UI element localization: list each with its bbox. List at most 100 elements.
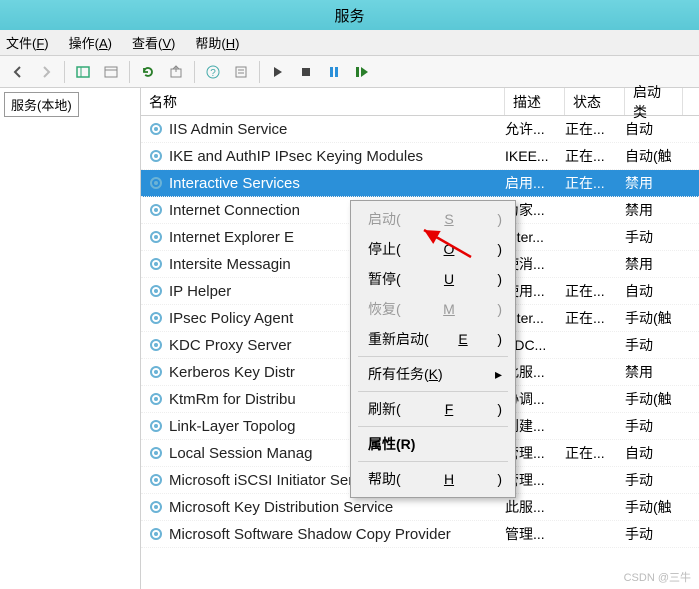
tree-pane: 服务(本地)	[0, 88, 100, 121]
service-icon	[147, 282, 165, 300]
cell-startup: 手动	[625, 470, 683, 490]
cell-startup: 禁用	[625, 200, 683, 220]
cell-startup: 手动	[625, 227, 683, 247]
service-icon	[147, 255, 165, 273]
back-button[interactable]	[5, 60, 31, 84]
cell-startup: 禁用	[625, 254, 683, 274]
table-row[interactable]: Microsoft Key Distribution Service此服... 手…	[141, 494, 699, 521]
service-icon	[147, 201, 165, 219]
table-row[interactable]: Interactive Services启用...正在...禁用	[141, 170, 699, 197]
stop-button[interactable]	[293, 60, 319, 84]
cell-status: 正在...	[565, 443, 625, 463]
cell-startup: 手动(触	[625, 389, 683, 409]
ctx-pause[interactable]: 暂停(U)	[354, 264, 512, 294]
separator	[194, 61, 195, 83]
ctx-restart[interactable]: 重新启动(E)	[354, 324, 512, 354]
ctx-separator	[358, 461, 508, 462]
cell-status: 正在...	[565, 281, 625, 301]
tree-root[interactable]: 服务(本地)	[4, 92, 79, 117]
ctx-stop[interactable]: 停止(O)	[354, 234, 512, 264]
col-startup[interactable]: 启动类	[625, 88, 683, 115]
cell-startup: 手动	[625, 524, 683, 544]
cell-name: IKE and AuthIP IPsec Keying Modules	[169, 148, 505, 165]
refresh-button[interactable]	[135, 60, 161, 84]
cell-startup: 自动	[625, 281, 683, 301]
service-icon	[147, 147, 165, 165]
cell-name: IIS Admin Service	[169, 121, 505, 138]
service-icon	[147, 174, 165, 192]
separator	[259, 61, 260, 83]
menubar: 文件(F) 操作(A) 查看(V) 帮助(H)	[0, 30, 699, 56]
show-hide-button[interactable]	[70, 60, 96, 84]
window-title: 服务	[334, 5, 364, 26]
cell-status: 正在...	[565, 173, 625, 193]
service-icon	[147, 525, 165, 543]
menu-action[interactable]: 操作(A)	[65, 31, 116, 54]
forward-button[interactable]	[33, 60, 59, 84]
service-icon	[147, 363, 165, 381]
cell-startup: 自动(触	[625, 146, 683, 166]
window-titlebar: 服务	[0, 0, 699, 30]
col-desc[interactable]: 描述	[505, 88, 565, 115]
service-icon	[147, 444, 165, 462]
cell-startup: 禁用	[625, 362, 683, 382]
cell-status: 正在...	[565, 119, 625, 139]
cell-name: Interactive Services	[169, 175, 505, 192]
ctx-refresh[interactable]: 刷新(F)	[354, 394, 512, 424]
cell-startup: 手动	[625, 416, 683, 436]
menu-file[interactable]: 文件(F)	[2, 31, 53, 54]
submenu-arrow-icon: ▸	[495, 366, 502, 383]
start-button[interactable]	[265, 60, 291, 84]
menu-view[interactable]: 查看(V)	[128, 31, 179, 54]
cell-startup: 自动	[625, 443, 683, 463]
ctx-separator	[358, 426, 508, 427]
props-button[interactable]	[228, 60, 254, 84]
cell-desc: 允许...	[505, 119, 565, 139]
column-headers: 名称 描述 状态 启动类	[141, 88, 699, 116]
service-icon	[147, 228, 165, 246]
export-button[interactable]	[163, 60, 189, 84]
ctx-separator	[358, 356, 508, 357]
ctx-alltasks[interactable]: 所有任务(K)▸	[354, 359, 512, 389]
cell-desc: 启用...	[505, 173, 565, 193]
service-icon	[147, 471, 165, 489]
col-name[interactable]: 名称	[141, 88, 505, 115]
service-icon	[147, 390, 165, 408]
cell-desc: 管理...	[505, 524, 565, 544]
svg-text:?: ?	[210, 68, 216, 79]
help-button[interactable]: ?	[200, 60, 226, 84]
menu-help[interactable]: 帮助(H)	[191, 31, 243, 54]
ctx-properties[interactable]: 属性(R)	[354, 429, 512, 459]
ctx-separator	[358, 391, 508, 392]
table-row[interactable]: IIS Admin Service允许...正在...自动	[141, 116, 699, 143]
ctx-resume: 恢复(M)	[354, 294, 512, 324]
cell-startup: 自动	[625, 119, 683, 139]
toolbar: ?	[0, 56, 699, 88]
service-icon	[147, 120, 165, 138]
service-icon	[147, 417, 165, 435]
cell-status: 正在...	[565, 146, 625, 166]
service-icon	[147, 336, 165, 354]
separator	[64, 61, 65, 83]
ctx-start: 启动(S)	[354, 204, 512, 234]
detail-button[interactable]	[98, 60, 124, 84]
service-icon	[147, 498, 165, 516]
pause-button[interactable]	[321, 60, 347, 84]
cell-name: Microsoft Software Shadow Copy Provider	[169, 526, 505, 543]
cell-startup: 禁用	[625, 173, 683, 193]
col-status[interactable]: 状态	[565, 88, 625, 115]
cell-status: 正在...	[565, 308, 625, 328]
cell-desc: IKEE...	[505, 148, 565, 164]
cell-startup: 手动(触	[625, 497, 683, 517]
cell-startup: 手动	[625, 335, 683, 355]
table-row[interactable]: Microsoft Software Shadow Copy Provider管…	[141, 521, 699, 548]
cell-desc: 此服...	[505, 497, 565, 517]
watermark: CSDN @三牛	[624, 569, 691, 585]
cell-startup: 手动(触	[625, 308, 683, 328]
ctx-help[interactable]: 帮助(H)	[354, 464, 512, 494]
separator	[129, 61, 130, 83]
cell-name: Microsoft Key Distribution Service	[169, 499, 505, 516]
context-menu: 启动(S) 停止(O) 暂停(U) 恢复(M) 重新启动(E) 所有任务(K)▸…	[350, 200, 516, 498]
restart-button[interactable]	[349, 60, 375, 84]
table-row[interactable]: IKE and AuthIP IPsec Keying ModulesIKEE.…	[141, 143, 699, 170]
